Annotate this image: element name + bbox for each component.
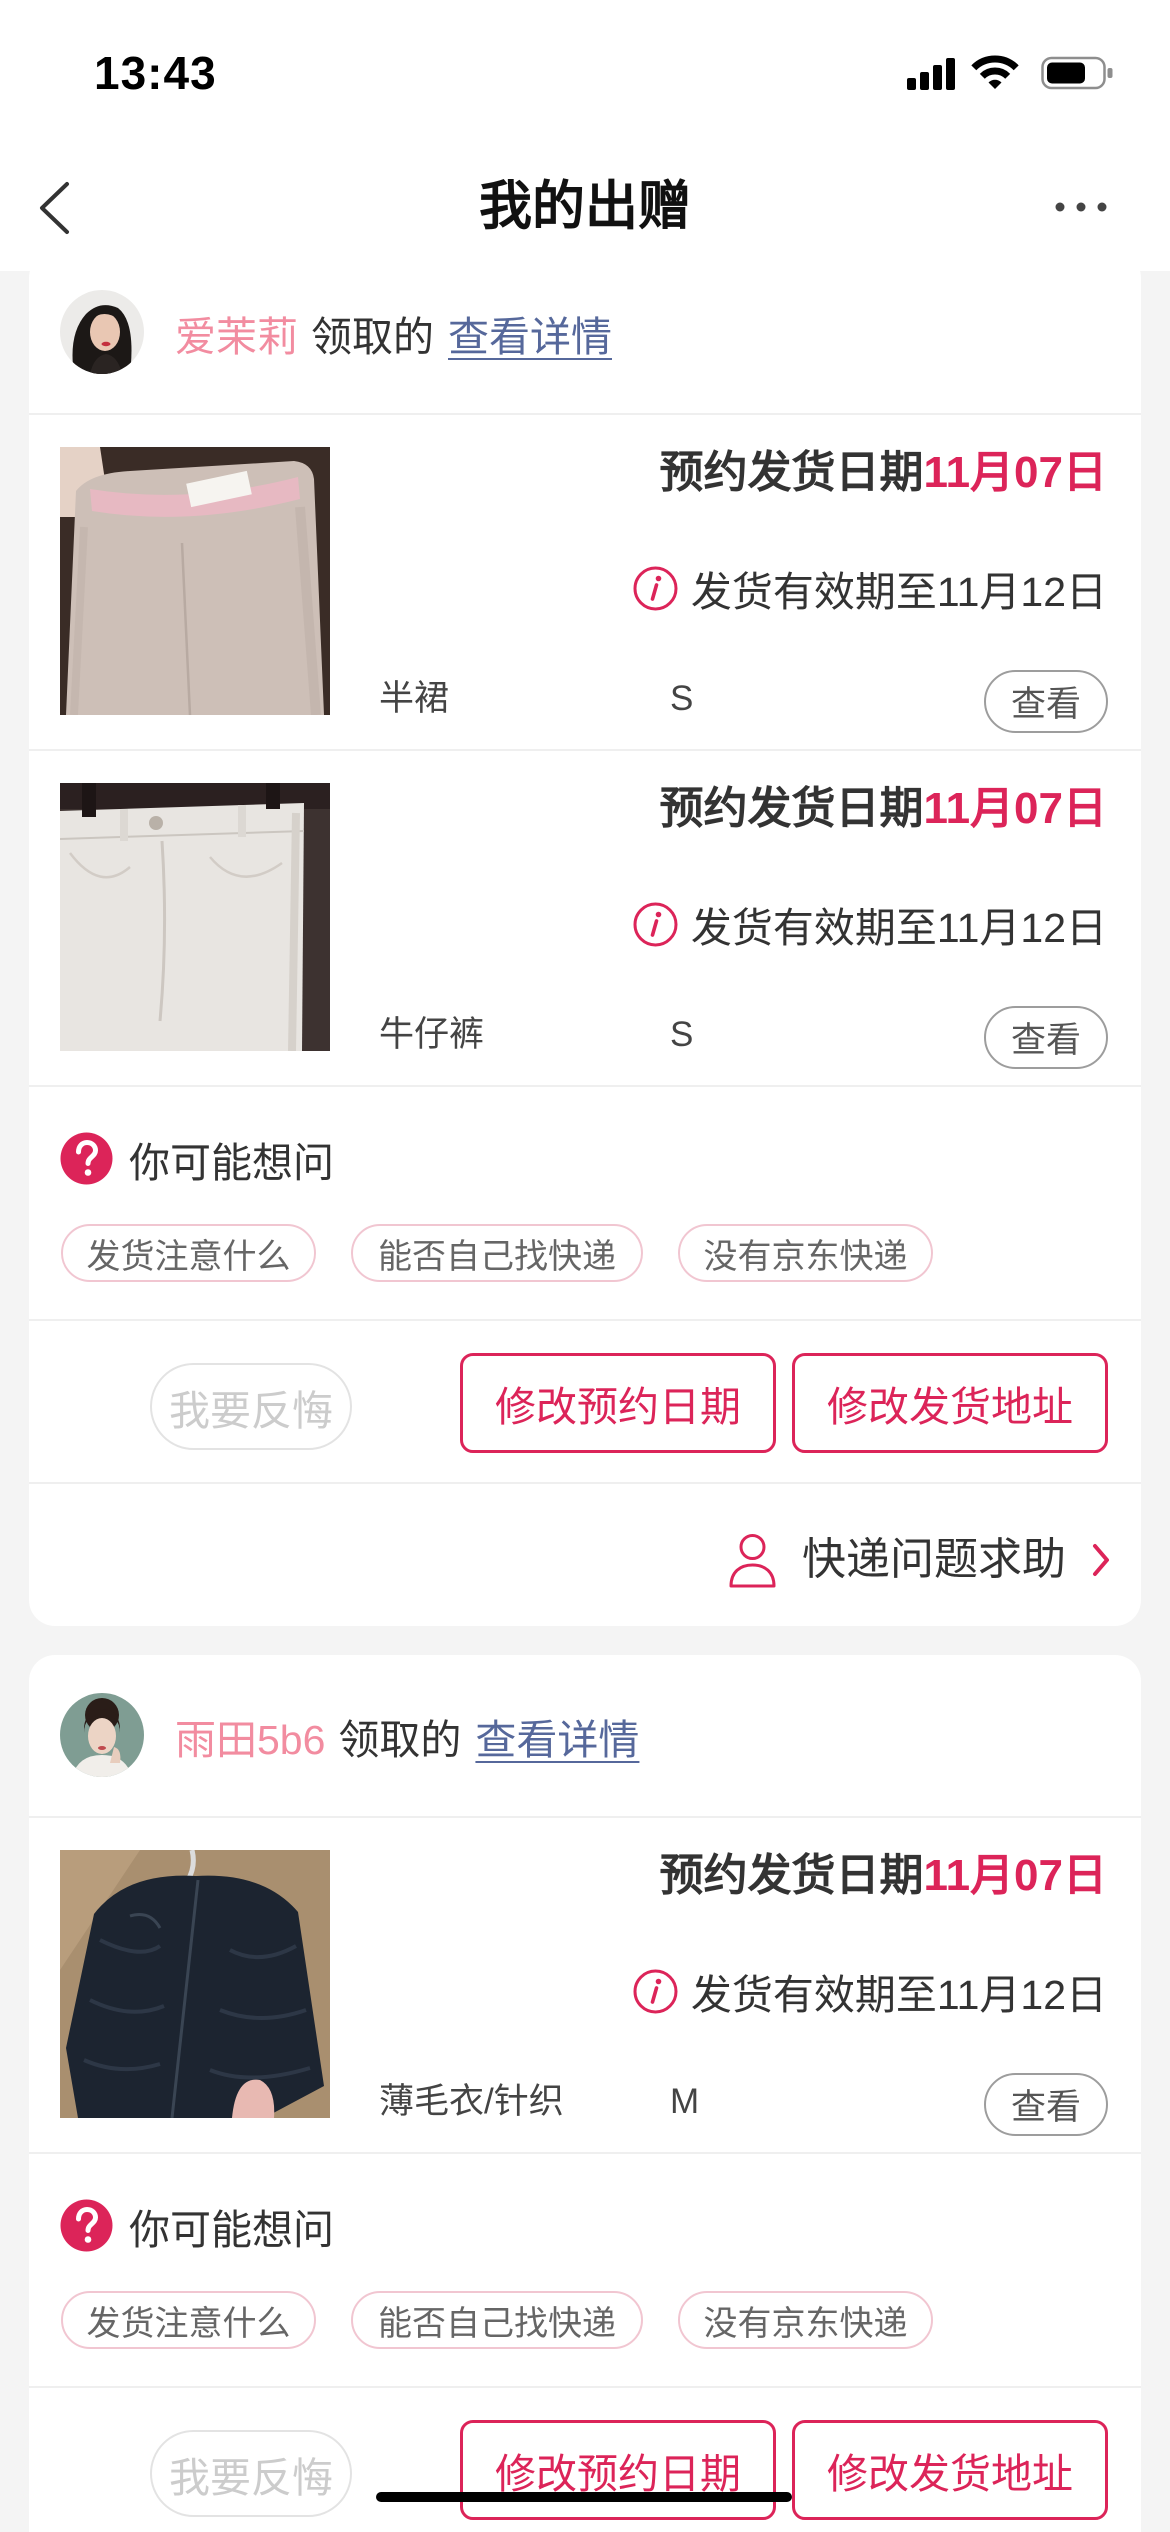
faq-tag[interactable]: 发货注意什么 (61, 1224, 316, 1282)
valid-until-text: 发货有效期至11月12日 (690, 905, 1107, 951)
battery-icon (1041, 56, 1113, 90)
avatar (60, 1693, 144, 1777)
question-icon (60, 1132, 113, 1185)
item-thumbnail[interactable] (60, 1850, 330, 2118)
ship-date-label: 预约发货日期 (659, 784, 924, 833)
valid-until-text: 发货有效期至11月12日 (690, 1972, 1107, 2018)
order-card: 雨田5b6 领取的 查看详情 预约发货日期11月07日 发货有效期至11月12日… (29, 1655, 1141, 2532)
cardigan-photo (60, 1850, 330, 2118)
valid-until-line: 发货有效期至11月12日 (633, 1966, 1107, 2018)
skirt-photo (60, 447, 330, 715)
info-icon (633, 1969, 678, 2013)
order-header-text: 雨田5b6 领取的 查看详情 (175, 1655, 639, 1816)
view-details-link[interactable]: 查看详情 (448, 303, 612, 363)
receiver-name: 爱茉莉 (175, 313, 298, 360)
item-category: 半裙 (379, 679, 450, 718)
view-details-link[interactable]: 查看详情 (475, 1706, 639, 1766)
change-address-button[interactable]: 修改发货地址 (792, 1353, 1108, 1453)
faq-title: 你可能想问 (129, 2207, 334, 2253)
faq-tags: 发货注意什么 能否自己找快递 没有京东快递 (61, 1224, 933, 1282)
more-button[interactable] (1050, 190, 1112, 224)
regret-button[interactable]: 我要反悔 (150, 2430, 352, 2517)
faq-section: 你可能想问 发货注意什么 能否自己找快递 没有京东快递 (29, 2152, 1141, 2386)
info-icon (633, 566, 678, 610)
status-time: 13:43 (94, 47, 217, 99)
ship-date-value: 11月07日 (923, 784, 1107, 833)
ship-date-value: 11月07日 (923, 1851, 1107, 1900)
info-icon (633, 902, 678, 946)
order-card: 爱茉莉 领取的 查看详情 预约发货日期11月07日 发货有效期至11月12日 半… (29, 252, 1141, 1626)
change-date-button[interactable]: 修改预约日期 (460, 1353, 776, 1453)
ship-date-line: 预约发货日期11月07日 (660, 445, 1107, 501)
home-indicator[interactable] (376, 2492, 792, 2502)
item-size: S (670, 1015, 694, 1054)
item-thumbnail[interactable] (60, 783, 330, 1051)
action-bar: 我要反悔 修改预约日期 修改发货地址 (29, 2386, 1141, 2532)
order-header-text: 爱茉莉 领取的 查看详情 (175, 252, 612, 413)
item-row: 预约发货日期11月07日 发货有效期至11月12日 牛仔裤 S 查看 (29, 749, 1141, 1085)
ship-date-label: 预约发货日期 (659, 448, 924, 497)
faq-title: 你可能想问 (129, 1140, 334, 1186)
ship-date-line: 预约发货日期11月07日 (660, 781, 1107, 837)
view-item-button[interactable]: 查看 (984, 670, 1108, 733)
avatar-image (60, 1693, 144, 1777)
faq-tag[interactable]: 能否自己找快递 (351, 1224, 643, 1282)
item-thumbnail[interactable] (60, 447, 330, 715)
order-header: 雨田5b6 领取的 查看详情 (29, 1655, 1141, 1816)
valid-until-line: 发货有效期至11月12日 (633, 563, 1107, 615)
item-size: S (670, 679, 694, 718)
faq-tag[interactable]: 没有京东快递 (678, 2291, 933, 2349)
chevron-left-icon (40, 182, 69, 234)
question-icon (60, 2199, 113, 2252)
valid-until-line: 发货有效期至11月12日 (633, 899, 1107, 951)
courier-help-link[interactable]: 快递问题求助 (709, 1484, 1129, 1626)
jeans-photo (60, 783, 330, 1051)
action-bar: 我要反悔 修改预约日期 修改发货地址 (29, 1319, 1141, 1482)
page-title: 我的出赠 (479, 177, 691, 236)
faq-tags: 发货注意什么 能否自己找快递 没有京东快递 (61, 2291, 933, 2349)
change-address-button[interactable]: 修改发货地址 (792, 2420, 1108, 2520)
faq-section: 你可能想问 发货注意什么 能否自己找快递 没有京东快递 (29, 1085, 1141, 1319)
item-category: 薄毛衣/针织 (379, 2082, 564, 2121)
received-label: 领取的 (338, 1716, 462, 1763)
signal-icon (907, 58, 955, 90)
wifi-icon (971, 55, 1019, 89)
more-dots-icon (1055, 202, 1107, 212)
received-label: 领取的 (311, 313, 434, 360)
avatar-image (60, 290, 144, 374)
faq-tag[interactable]: 发货注意什么 (61, 2291, 316, 2349)
faq-tag[interactable]: 没有京东快递 (678, 1224, 933, 1282)
valid-until-text: 发货有效期至11月12日 (690, 569, 1107, 615)
avatar (60, 290, 144, 374)
item-row: 预约发货日期11月07日 发货有效期至11月12日 薄毛衣/针织 M 查看 (29, 1816, 1141, 2152)
top-bar: 13:43 我的出赠 (0, 0, 1170, 271)
item-category: 牛仔裤 (379, 1015, 485, 1054)
regret-button[interactable]: 我要反悔 (150, 1363, 352, 1450)
ship-date-value: 11月07日 (923, 448, 1107, 497)
view-item-button[interactable]: 查看 (984, 1006, 1108, 1069)
person-icon (729, 1534, 776, 1588)
item-size: M (670, 2082, 700, 2121)
courier-help-label: 快递问题求助 (802, 1535, 1066, 1584)
back-button[interactable] (30, 176, 78, 240)
ship-date-line: 预约发货日期11月07日 (660, 1848, 1107, 1904)
item-row: 预约发货日期11月07日 发货有效期至11月12日 半裙 S 查看 (29, 413, 1141, 749)
page: 爱茉莉 领取的 查看详情 预约发货日期11月07日 发货有效期至11月12日 半… (0, 0, 1170, 2532)
chevron-right-icon (1093, 1544, 1109, 1576)
help-row: 快递问题求助 (29, 1482, 1141, 1626)
receiver-name: 雨田5b6 (175, 1716, 326, 1763)
view-item-button[interactable]: 查看 (984, 2073, 1108, 2136)
order-header: 爱茉莉 领取的 查看详情 (29, 252, 1141, 413)
change-date-button[interactable]: 修改预约日期 (460, 2420, 776, 2520)
ship-date-label: 预约发货日期 (659, 1851, 924, 1900)
faq-tag[interactable]: 能否自己找快递 (351, 2291, 643, 2349)
